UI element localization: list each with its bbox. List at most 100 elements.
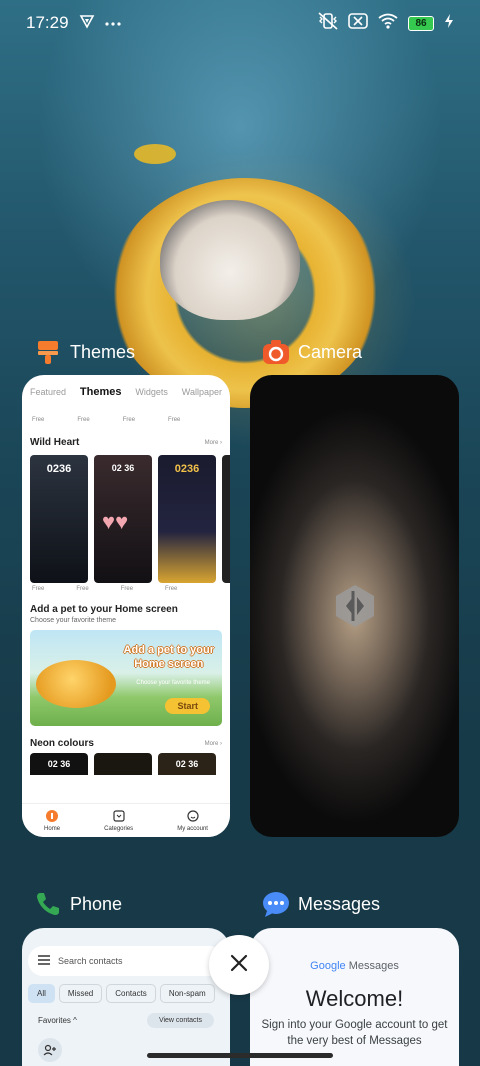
camera-app-icon xyxy=(262,338,290,366)
messages-app-icon xyxy=(262,890,290,918)
theme-thumbnail[interactable] xyxy=(222,455,230,583)
home-icon xyxy=(46,809,59,824)
theme-thumbnail[interactable]: 02 36 xyxy=(30,753,88,775)
search-contacts-field[interactable]: Search contacts xyxy=(28,946,224,976)
free-label: Free xyxy=(122,417,136,423)
status-bar: 17:29 86 xyxy=(0,0,480,46)
free-label: Free xyxy=(76,586,89,592)
no-sim-icon xyxy=(348,12,368,34)
messages-app-header[interactable]: Messages xyxy=(262,890,380,918)
pet-section-header: Add a pet to your Home screen xyxy=(22,604,230,615)
heart-icon: ♥♥ xyxy=(102,509,129,534)
chip-non-spam[interactable]: Non-spam xyxy=(159,984,215,1003)
camera-app-header[interactable]: Camera xyxy=(262,338,362,366)
free-label: Free xyxy=(32,417,45,423)
chip-contacts[interactable]: Contacts xyxy=(106,984,156,1003)
more-dots-icon xyxy=(104,14,121,32)
theme-thumbnail[interactable]: 02 36 ♥♥ xyxy=(94,455,152,583)
filter-chips: All Missed Contacts Non-spam xyxy=(22,976,230,1003)
phone-app-name: Phone xyxy=(70,893,123,914)
wifi-icon xyxy=(378,13,398,34)
chip-missed[interactable]: Missed xyxy=(58,984,103,1003)
thumb-clock: 0236 xyxy=(174,463,200,475)
chip-all[interactable]: All xyxy=(28,984,55,1003)
camera-app-logo-icon xyxy=(332,583,378,634)
section-title: Wild Heart xyxy=(30,437,80,448)
tab-featured[interactable]: Featured xyxy=(30,387,66,397)
theme-thumbnail[interactable] xyxy=(94,753,152,775)
charging-icon xyxy=(444,13,454,33)
add-contact-icon[interactable] xyxy=(38,1038,62,1062)
theme-thumbnail[interactable]: 02 36 xyxy=(158,753,216,775)
battery-indicator: 86 xyxy=(408,15,434,31)
favorites-label[interactable]: Favorites ^ xyxy=(38,1016,77,1025)
section-subtitle: Choose your favorite theme xyxy=(30,617,116,624)
banner-subtitle: Choose your favorite theme xyxy=(136,680,210,686)
camera-app-name: Camera xyxy=(298,341,363,362)
neon-section-header: Neon colours More › xyxy=(22,738,230,749)
husky-dog xyxy=(160,200,300,320)
free-label: Free xyxy=(120,586,134,592)
theme-thumbnail[interactable]: 0236 xyxy=(30,455,88,583)
messages-app-card[interactable]: Google Messages Welcome! Sign into your … xyxy=(250,928,459,1066)
themes-app-name: Themes xyxy=(70,341,136,362)
tab-wallpaper[interactable]: Wallpaper xyxy=(182,387,222,397)
thumb-clock: 0236 xyxy=(46,463,72,475)
phone-app-header[interactable]: Phone xyxy=(34,890,122,918)
nav-label: My account xyxy=(177,825,208,832)
wild-heart-header: Wild Heart More › xyxy=(22,437,230,448)
nav-label: Home xyxy=(44,825,61,832)
welcome-subtitle: Sign into your Google account to get the… xyxy=(261,1019,448,1047)
free-label: Free xyxy=(77,417,90,423)
camera-app-card[interactable] xyxy=(250,375,459,837)
section-title: Neon colours xyxy=(30,738,94,749)
neon-thumbs: 02 36 02 36 xyxy=(22,749,230,775)
beanbag-illustration xyxy=(36,660,116,708)
section-title: Add a pet to your Home screen xyxy=(30,604,178,615)
view-contacts-button[interactable]: View contacts xyxy=(146,1013,214,1028)
close-all-button[interactable] xyxy=(209,935,269,995)
pet-banner[interactable]: Add a pet to your Home screen Choose you… xyxy=(30,630,222,726)
tab-widgets[interactable]: Widgets xyxy=(135,387,168,397)
close-icon xyxy=(230,954,248,977)
themes-app-icon xyxy=(34,338,62,366)
favorites-row: Favorites ^ View contacts xyxy=(22,1003,230,1028)
rubber-duck xyxy=(134,144,176,164)
nav-categories[interactable]: Categories xyxy=(104,809,134,832)
banner-start-button[interactable]: Start xyxy=(165,698,210,714)
vibrate-icon xyxy=(318,11,338,35)
nav-label: Categories xyxy=(104,825,134,832)
wild-heart-thumbs: 0236 02 36 ♥♥ 0236 xyxy=(22,455,230,583)
categories-icon xyxy=(113,809,125,824)
logo-messages: Messages xyxy=(348,960,399,972)
nav-my-account[interactable]: My account xyxy=(177,809,208,832)
more-link[interactable]: More › xyxy=(205,741,222,747)
tab-themes[interactable]: Themes xyxy=(80,386,122,398)
more-link[interactable]: More › xyxy=(205,440,222,446)
logo-google: Google xyxy=(310,960,346,972)
phone-app-icon xyxy=(34,890,62,918)
free-label: Free xyxy=(165,586,178,592)
messages-app-name: Messages xyxy=(298,893,381,914)
menu-icon[interactable] xyxy=(38,955,50,967)
vpn-icon xyxy=(79,13,95,34)
themes-bottom-nav: Home Categories My account xyxy=(22,803,230,837)
nav-home[interactable]: Home xyxy=(44,809,61,832)
search-placeholder: Search contacts xyxy=(58,956,123,966)
welcome-title: Welcome! xyxy=(305,986,404,1011)
free-label: Free xyxy=(168,417,181,423)
free-labels-top: Free Free Free Free xyxy=(22,409,230,423)
free-labels: Free Free Free Free xyxy=(22,583,230,592)
themes-tabs: Featured Themes Widgets Wallpaper xyxy=(22,375,230,409)
thumb-clock: 02 36 xyxy=(111,463,135,473)
banner-title: Add a pet to your Home screen xyxy=(123,644,214,670)
google-messages-logo: Google Messages xyxy=(250,928,459,972)
themes-app-card[interactable]: Featured Themes Widgets Wallpaper Free F… xyxy=(22,375,230,837)
free-label: Free xyxy=(32,586,45,592)
account-icon xyxy=(187,809,199,824)
clock: 17:29 xyxy=(26,13,69,32)
home-indicator[interactable] xyxy=(147,1053,333,1058)
theme-thumbnail[interactable]: 0236 xyxy=(158,455,216,583)
themes-app-header[interactable]: Themes xyxy=(34,338,135,366)
phone-app-card[interactable]: Search contacts All Missed Contacts Non-… xyxy=(22,928,230,1066)
